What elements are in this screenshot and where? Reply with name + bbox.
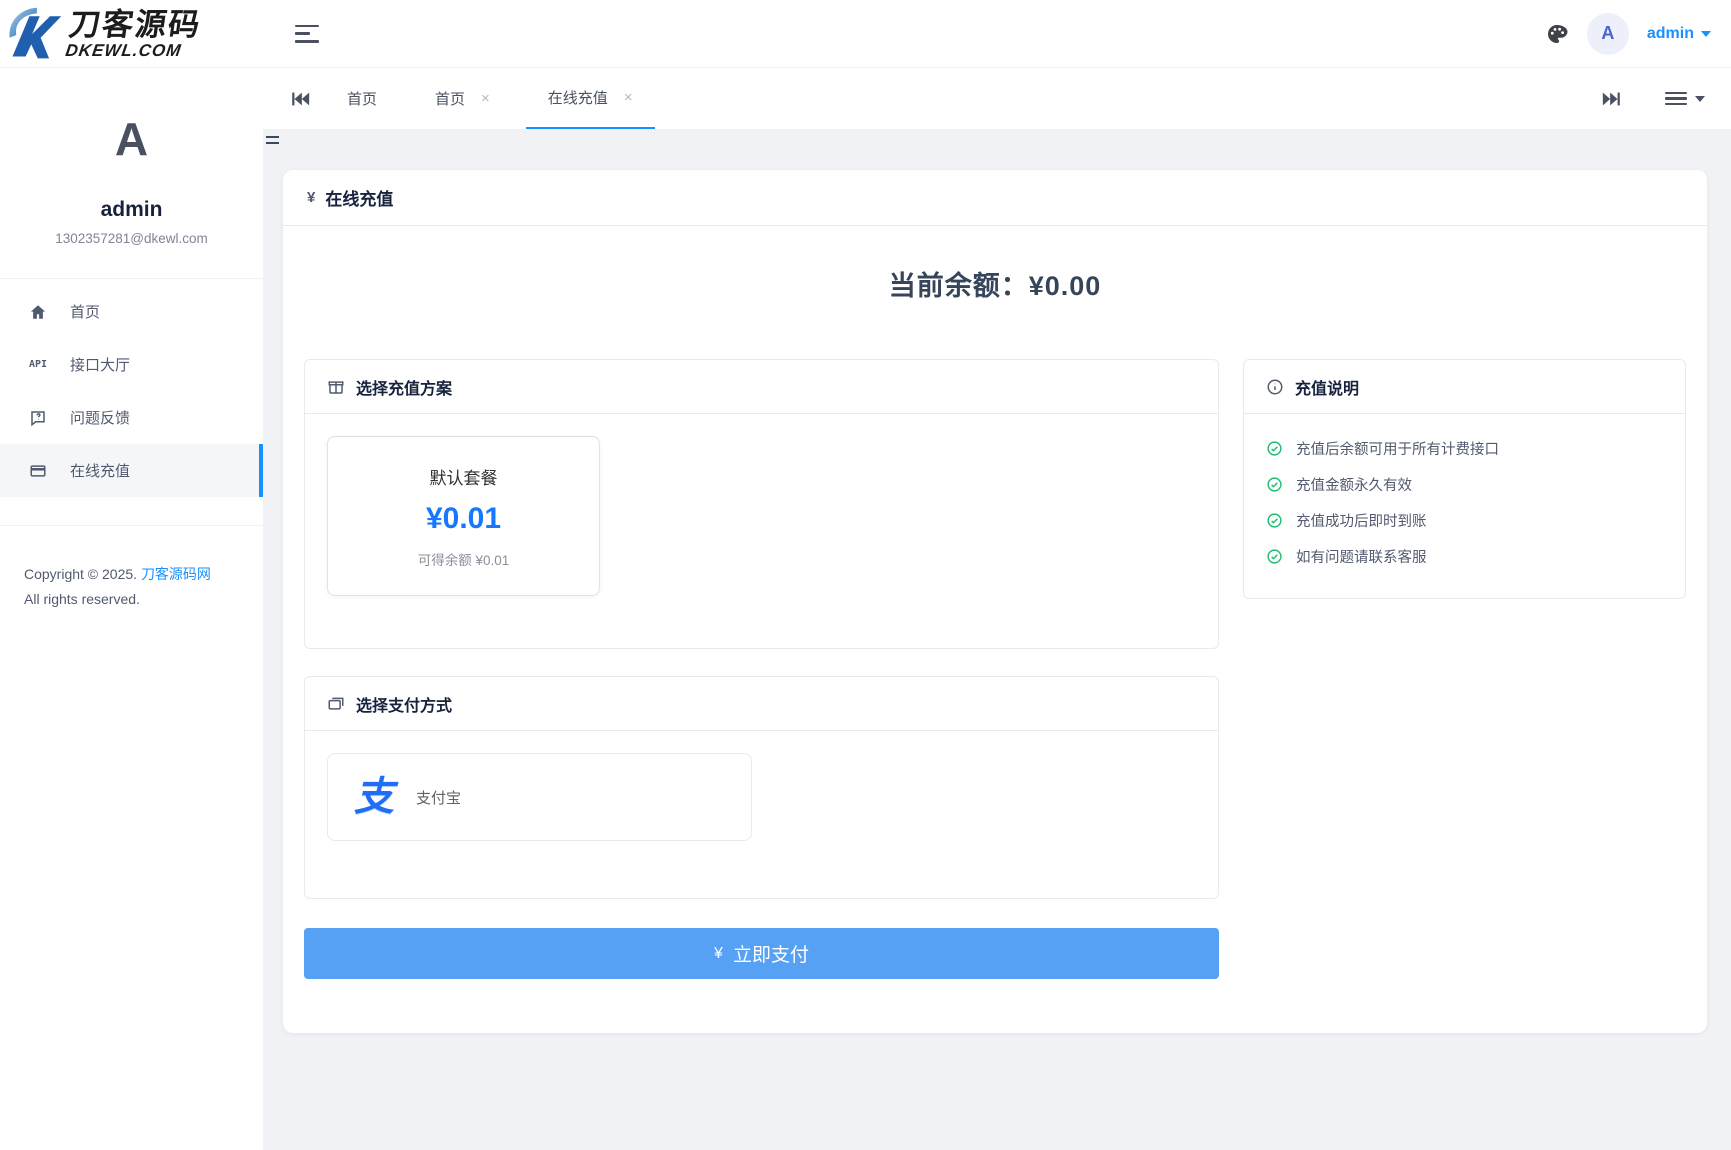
tab-close-icon[interactable]: × <box>481 91 490 106</box>
chevron-down-icon <box>1695 96 1705 102</box>
copyright-text: Copyright © 2025. <box>24 566 137 582</box>
logo-subtitle: DKEWL.COM <box>64 42 198 59</box>
avatar-initial: A <box>1601 23 1614 44</box>
tab-home-1[interactable]: 首页 <box>325 68 399 129</box>
tab-label: 在线充值 <box>548 87 608 108</box>
yen-icon: ¥ <box>714 945 723 963</box>
theme-palette-icon[interactable] <box>1545 22 1569 46</box>
payment-method-label: 支付宝 <box>416 787 461 808</box>
chevron-down-icon <box>1701 31 1711 37</box>
page-title: 在线充值 <box>325 185 393 210</box>
recharge-card: ¥ 在线充值 当前余额：¥0.00 选择充值方案 默认套 <box>283 170 1707 1033</box>
api-icon: API <box>28 355 48 375</box>
check-circle-icon <box>1266 512 1283 529</box>
app-logo[interactable]: 刀客源码 DKEWL.COM <box>0 0 265 68</box>
notice-section: 充值说明 充值后余额可用于所有计费接口 充值金额永久有效 <box>1243 359 1686 599</box>
feedback-icon <box>28 408 48 428</box>
logo-title: 刀客源码 <box>67 9 203 40</box>
tab-label: 首页 <box>347 88 377 109</box>
package-name: 默认套餐 <box>430 464 498 489</box>
logo-text: 刀客源码 DKEWL.COM <box>64 9 203 59</box>
profile-initial: A <box>0 112 263 166</box>
notice-text: 如有问题请联系客服 <box>1296 546 1427 567</box>
sidebar-item-label: 接口大厅 <box>70 354 130 375</box>
tab-close-icon[interactable]: × <box>624 90 633 105</box>
tabs-options-menu[interactable] <box>1665 92 1705 106</box>
alipay-logo-icon: 支 <box>354 777 394 817</box>
tab-bar: 首页 首页 × 在线充值 × <box>263 68 1731 130</box>
card-header: ¥ 在线充值 <box>283 170 1707 226</box>
wallet-icon <box>327 695 345 713</box>
copyright-link[interactable]: 刀客源码网 <box>141 566 211 582</box>
breadcrumb-collapse-icon[interactable] <box>266 136 279 144</box>
sidebar-item-label: 在线充值 <box>70 460 130 481</box>
profile-email: 1302357281@dkewl.com <box>0 231 263 246</box>
yen-icon: ¥ <box>307 189 315 206</box>
payment-section: 选择支付方式 支 支付宝 <box>304 676 1219 899</box>
tab-label: 首页 <box>435 88 465 109</box>
sidebar-item-api-hall[interactable]: API 接口大厅 <box>0 338 263 391</box>
sidebar-item-online-recharge[interactable]: 在线充值 <box>0 444 263 497</box>
notice-item: 充值成功后即时到账 <box>1266 510 1663 531</box>
copyright-rights: All rights reserved. <box>24 591 140 607</box>
logo-k-icon <box>4 4 66 64</box>
plan-section-header: 选择充值方案 <box>305 360 1218 414</box>
balance-label: 当前余额： <box>889 271 1029 301</box>
check-circle-icon <box>1266 548 1283 565</box>
check-circle-icon <box>1266 476 1283 493</box>
list-icon <box>1665 92 1687 106</box>
package-note: 可得余额 ¥0.01 <box>418 549 510 569</box>
notice-text: 充值成功后即时到账 <box>1296 510 1427 531</box>
sidebar-menu: 首页 API 接口大厅 问题反馈 在线充值 <box>0 278 263 497</box>
notice-text: 充值后余额可用于所有计费接口 <box>1296 438 1499 459</box>
notice-section-title: 充值说明 <box>1295 375 1359 399</box>
payment-section-header: 选择支付方式 <box>305 677 1218 731</box>
notice-item: 充值后余额可用于所有计费接口 <box>1266 438 1663 459</box>
notice-section-header: 充值说明 <box>1244 360 1685 414</box>
notice-item: 充值金额永久有效 <box>1266 474 1663 495</box>
pay-now-button[interactable]: ¥ 立即支付 <box>304 928 1219 979</box>
payment-method-alipay[interactable]: 支 支付宝 <box>327 753 752 841</box>
gift-icon <box>327 378 345 396</box>
sidebar: A admin 1302357281@dkewl.com 首页 API 接口大厅… <box>0 68 263 1150</box>
sidebar-item-home[interactable]: 首页 <box>0 285 263 338</box>
tab-online-recharge[interactable]: 在线充值 × <box>526 68 655 129</box>
copyright: Copyright © 2025. 刀客源码网 All rights reser… <box>0 526 263 612</box>
notice-text: 充值金额永久有效 <box>1296 474 1412 495</box>
info-icon <box>1266 378 1284 396</box>
pay-now-label: 立即支付 <box>733 940 809 967</box>
user-name: admin <box>1647 25 1694 43</box>
content-area: ¥ 在线充值 当前余额：¥0.00 选择充值方案 默认套 <box>263 130 1731 1150</box>
sidebar-item-label: 首页 <box>70 301 100 322</box>
package-default[interactable]: 默认套餐 ¥0.01 可得余额 ¥0.01 <box>327 436 600 596</box>
notice-item: 如有问题请联系客服 <box>1266 546 1663 567</box>
tab-home-2[interactable]: 首页 × <box>413 68 512 129</box>
user-menu[interactable]: admin <box>1647 25 1711 43</box>
balance-value: ¥0.00 <box>1029 271 1102 301</box>
package-price: ¥0.01 <box>426 502 501 536</box>
payment-section-title: 选择支付方式 <box>356 692 452 716</box>
profile-name: admin <box>0 198 263 222</box>
sidebar-item-feedback[interactable]: 问题反馈 <box>0 391 263 444</box>
tabs-scroll-left-icon[interactable] <box>289 88 311 110</box>
plan-section: 选择充值方案 默认套餐 ¥0.01 可得余额 ¥0.01 <box>304 359 1219 649</box>
plan-section-title: 选择充值方案 <box>356 375 452 399</box>
sidebar-toggle-icon[interactable] <box>295 25 319 43</box>
user-avatar[interactable]: A <box>1587 13 1629 55</box>
sidebar-item-label: 问题反馈 <box>70 407 130 428</box>
current-balance: 当前余额：¥0.00 <box>283 264 1707 303</box>
tabs-scroll-right-icon[interactable] <box>1601 88 1623 110</box>
top-header: 刀客源码 DKEWL.COM A admin <box>0 0 1731 68</box>
home-icon <box>28 302 48 322</box>
credit-card-icon <box>28 461 48 481</box>
check-circle-icon <box>1266 440 1283 457</box>
